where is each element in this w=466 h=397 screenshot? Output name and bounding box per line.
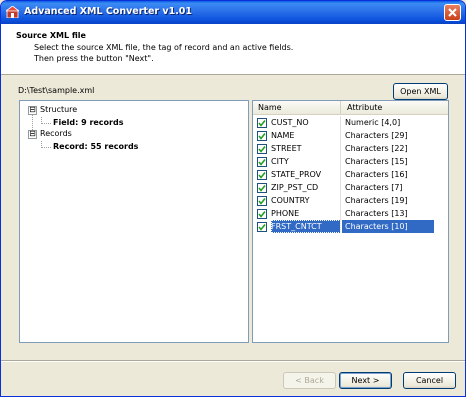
field-name-cell: COUNTRY	[271, 194, 341, 207]
tree-line	[41, 123, 51, 124]
app-window: Advanced XML Converter v1.01 Source XML …	[0, 0, 466, 397]
close-icon	[448, 8, 457, 17]
field-attribute-cell: Characters [7]	[345, 183, 403, 192]
field-attribute-cell: Characters [15]	[345, 157, 408, 166]
collapse-icon[interactable]: ⊟	[28, 106, 37, 115]
field-name-cell: CITY	[271, 155, 341, 168]
field-name-cell: STREET	[271, 142, 341, 155]
field-attribute-cell: Characters [16]	[345, 170, 408, 179]
field-checkbox[interactable]	[257, 170, 267, 180]
field-checkbox[interactable]	[257, 144, 267, 154]
table-row[interactable]: NAME Characters [29]	[253, 129, 434, 142]
structure-tree[interactable]: ⊟ Structure Field: 9 records ⊟ Records R…	[19, 100, 249, 343]
client-area: Source XML file Select the source XML fi…	[1, 24, 465, 396]
checkmark-icon	[258, 120, 266, 127]
field-attribute-cell: Characters [22]	[345, 144, 408, 153]
table-row[interactable]: CUST_NO Numeric [4,0]	[253, 116, 434, 129]
field-attribute-cell: Characters [13]	[345, 209, 408, 218]
table-row[interactable]: PHONE Characters [13]	[253, 207, 434, 220]
table-row[interactable]: ZIP_PST_CD Characters [7]	[253, 181, 434, 194]
header-description: Select the source XML file, the tag of r…	[34, 43, 294, 63]
fields-grid[interactable]: Name Attribute CUST_NO Numeric [4,0] NAME C…	[252, 100, 449, 343]
cancel-button[interactable]: Cancel	[403, 372, 456, 389]
table-row[interactable]: FRST_CNTCT Characters [10]	[253, 220, 434, 233]
app-icon	[4, 5, 21, 19]
close-button[interactable]	[444, 4, 461, 21]
tree-line	[41, 147, 51, 148]
table-row[interactable]: STATE_PROV Characters [16]	[253, 168, 434, 181]
checkmark-icon	[258, 146, 266, 153]
grid-header: Name Attribute	[253, 101, 448, 115]
table-row[interactable]: COUNTRY Characters [19]	[253, 194, 434, 207]
field-name-cell: STATE_PROV	[271, 168, 341, 181]
field-checkbox[interactable]	[257, 183, 267, 193]
column-header-attribute[interactable]: Attribute	[342, 101, 448, 115]
field-attribute-cell: Characters [29]	[345, 131, 408, 140]
checkmark-icon	[258, 159, 266, 166]
field-name-cell: CUST_NO	[271, 116, 341, 129]
field-checkbox[interactable]	[257, 118, 267, 128]
field-name-cell: PHONE	[271, 207, 341, 220]
footer-divider	[1, 360, 465, 362]
field-attribute-cell: Characters [19]	[345, 196, 408, 205]
title-bar[interactable]: Advanced XML Converter v1.01	[1, 1, 465, 24]
window-title: Advanced XML Converter v1.01	[24, 6, 193, 17]
checkmark-icon	[258, 224, 266, 231]
table-row[interactable]: STREET Characters [22]	[253, 142, 434, 155]
table-row[interactable]: CITY Characters [15]	[253, 155, 434, 168]
field-name-cell: FRST_CNTCT	[271, 220, 341, 233]
wizard-header: Source XML file Select the source XML fi…	[1, 24, 465, 75]
next-button[interactable]: Next >	[339, 372, 392, 389]
tree-node-records[interactable]: Records	[40, 128, 72, 140]
tree-node-structure[interactable]: Structure	[40, 104, 77, 116]
checkmark-icon	[258, 133, 266, 140]
checkmark-icon	[258, 172, 266, 179]
checkmark-icon	[258, 211, 266, 218]
field-name-cell: NAME	[271, 129, 341, 142]
field-checkbox[interactable]	[257, 196, 267, 206]
column-header-name[interactable]: Name	[253, 101, 341, 115]
field-attribute-cell: Characters [10]	[342, 220, 434, 233]
field-checkbox[interactable]	[257, 157, 267, 167]
field-checkbox[interactable]	[257, 209, 267, 219]
header-title: Source XML file	[16, 31, 86, 40]
checkmark-icon	[258, 185, 266, 192]
field-checkbox[interactable]	[257, 131, 267, 141]
collapse-icon[interactable]: ⊟	[28, 130, 37, 139]
back-button[interactable]: < Back	[283, 372, 336, 389]
field-name-cell: ZIP_PST_CD	[271, 181, 341, 194]
field-checkbox[interactable]	[257, 222, 267, 232]
field-attribute-cell: Numeric [4,0]	[345, 118, 401, 127]
checkmark-icon	[258, 198, 266, 205]
open-xml-button[interactable]: Open XML	[393, 83, 448, 100]
source-path-label: D:\Test\sample.xml	[18, 86, 95, 95]
tree-node-record[interactable]: Record: 55 records	[53, 141, 138, 153]
